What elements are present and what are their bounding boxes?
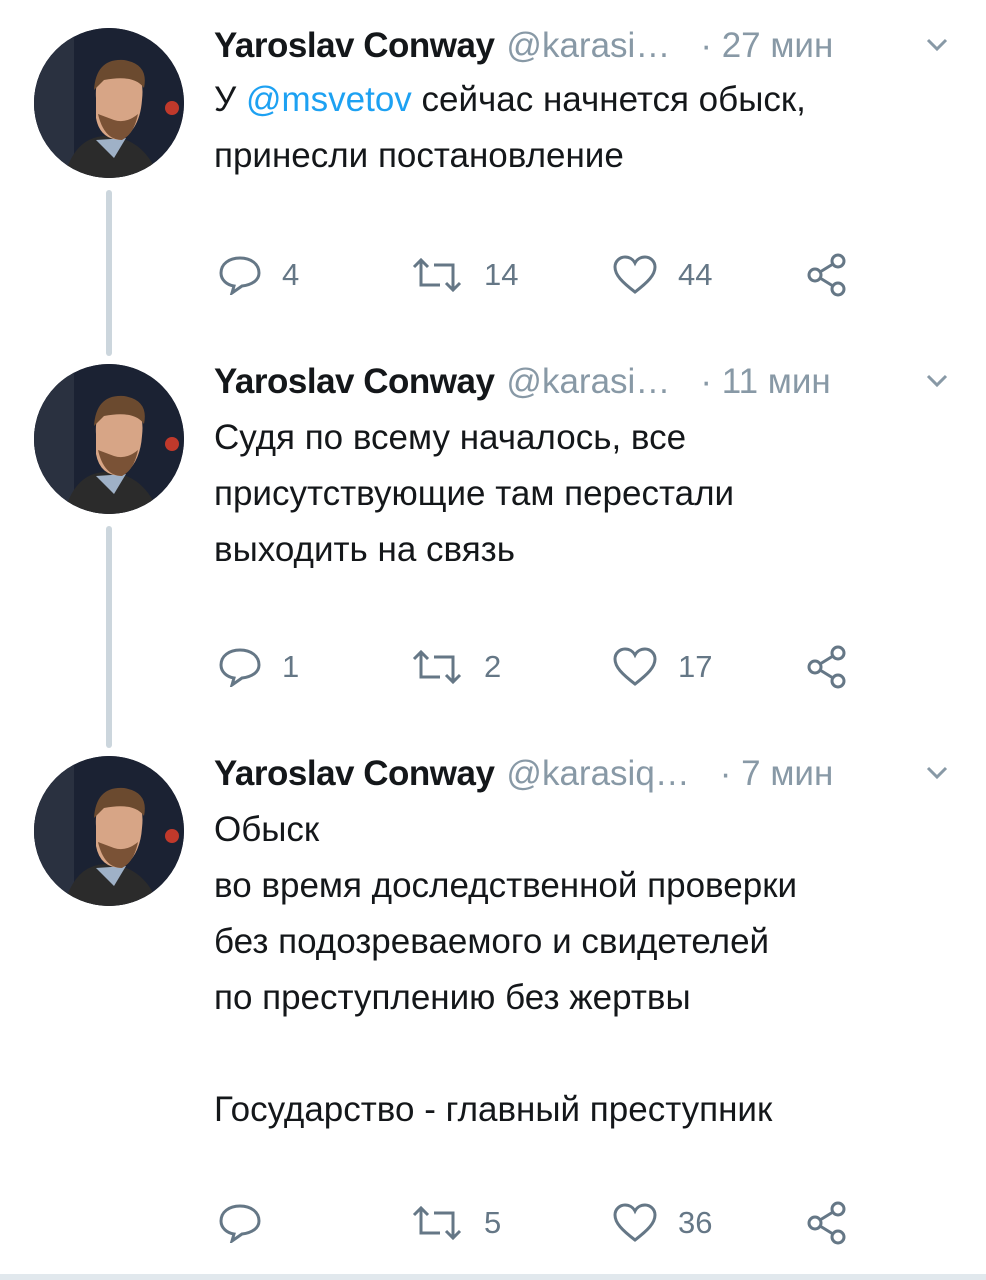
reply-count: 4 — [282, 257, 300, 292]
tweet-text-line: по преступлению без жертвы — [214, 978, 691, 1017]
tweet-time[interactable]: · 11 мин — [700, 362, 830, 402]
tweet-text-line: без подозреваемого и свидетелей — [214, 922, 770, 961]
thread-connector — [106, 526, 112, 748]
share-button[interactable] — [806, 1198, 850, 1248]
avatar[interactable] — [34, 28, 184, 178]
retweet-count: 5 — [484, 1205, 502, 1240]
mention-link[interactable]: @msvetov — [246, 80, 412, 119]
retweet-icon — [412, 257, 462, 293]
share-icon — [807, 645, 846, 689]
bottom-divider — [0, 1274, 986, 1280]
author-handle[interactable]: @karasi… — [506, 26, 670, 66]
tweet-text-line: во время доследственной проверки — [214, 866, 798, 905]
share-button[interactable] — [806, 642, 850, 692]
tweet-header: Yaroslav Conway @karasiq… · 7 мин — [214, 750, 966, 798]
heart-icon — [613, 1203, 657, 1242]
tweet-actions: 5 36 — [214, 1198, 874, 1248]
reply-button[interactable] — [218, 1198, 282, 1248]
avatar[interactable] — [34, 756, 184, 906]
share-button[interactable] — [806, 250, 850, 300]
heart-icon — [613, 255, 657, 294]
tweet-time[interactable]: · 27 мин — [700, 26, 833, 66]
tweet-text-line — [214, 1026, 956, 1082]
retweet-button[interactable]: 2 — [410, 642, 501, 692]
author-name[interactable]: Yaroslav Conway — [214, 754, 495, 794]
retweet-button[interactable]: 5 — [410, 1198, 501, 1248]
like-count: 17 — [678, 649, 713, 684]
like-button[interactable]: 44 — [612, 250, 712, 300]
author-name[interactable]: Yaroslav Conway — [214, 26, 495, 66]
author-handle[interactable]: @karasi… — [506, 362, 670, 402]
tweet-text-line: выходить на связь — [214, 530, 515, 569]
retweet-icon — [412, 1205, 462, 1241]
thread-connector — [106, 190, 112, 356]
author-handle[interactable]: @karasiq… — [506, 754, 689, 794]
tweet-text: Судя по всему началось, все присутствующ… — [214, 410, 956, 578]
reply-button[interactable]: 1 — [218, 642, 299, 692]
tweet-text: Обыск во время доследственной проверки б… — [214, 802, 956, 1138]
tweet-time[interactable]: · 7 мин — [720, 754, 834, 794]
tweet-text-line: Государство - главный преступник — [214, 1090, 773, 1129]
tweet-text-line: присутствующие там перестали — [214, 474, 735, 513]
like-count: 44 — [678, 257, 713, 292]
chevron-down-icon[interactable] — [922, 758, 952, 788]
reply-icon — [219, 256, 261, 295]
retweet-button[interactable]: 14 — [410, 250, 518, 300]
retweet-count: 14 — [484, 257, 519, 292]
reply-icon — [219, 648, 261, 687]
reply-icon — [219, 1204, 261, 1243]
retweet-icon — [412, 649, 462, 685]
chevron-down-icon[interactable] — [922, 366, 952, 396]
tweet-actions: 1 2 17 — [214, 642, 874, 692]
like-count: 36 — [678, 1205, 713, 1240]
tweet-header: Yaroslav Conway @karasi… · 11 мин — [214, 358, 966, 406]
like-button[interactable]: 17 — [612, 642, 712, 692]
chevron-down-icon[interactable] — [922, 30, 952, 60]
tweet-text-line: Обыск — [214, 810, 320, 849]
tweet-actions: 4 14 44 — [214, 250, 874, 300]
tweet-header: Yaroslav Conway @karasi… · 27 мин — [214, 22, 966, 70]
tweet-text-line: Судя по всему началось, все — [214, 418, 687, 457]
avatar[interactable] — [34, 364, 184, 514]
share-icon — [807, 1201, 846, 1245]
share-icon — [807, 253, 846, 297]
retweet-count: 2 — [484, 649, 502, 684]
tweet-text-part: У — [214, 80, 246, 119]
reply-count: 1 — [282, 649, 300, 684]
heart-icon — [613, 647, 657, 686]
reply-button[interactable]: 4 — [218, 250, 299, 300]
like-button[interactable]: 36 — [612, 1198, 712, 1248]
author-name[interactable]: Yaroslav Conway — [214, 362, 495, 402]
tweet-text: У @msvetov сейчас начнется обыск, принес… — [214, 72, 956, 184]
